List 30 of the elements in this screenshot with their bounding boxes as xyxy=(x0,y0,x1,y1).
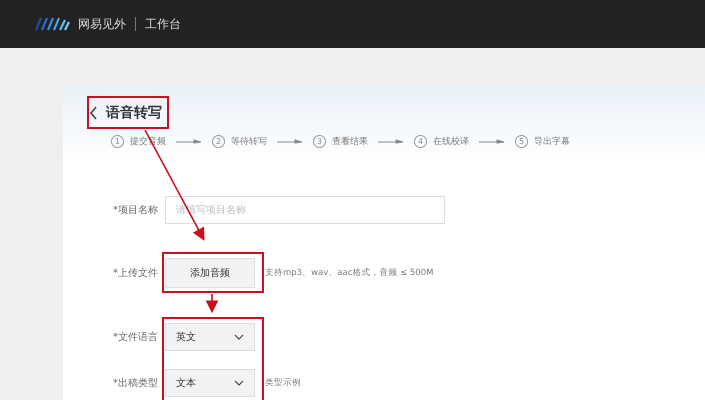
hint-text: 类型示例 xyxy=(265,377,301,389)
chevron-icon xyxy=(234,380,244,386)
arrow-icon xyxy=(176,138,202,144)
arrow-icon xyxy=(277,138,303,144)
field-label: *文件语言 xyxy=(112,330,159,344)
step-label: 查看结果 xyxy=(332,136,368,148)
workspace-link[interactable]: 工作台 xyxy=(145,16,181,32)
step-number: 3 xyxy=(313,134,326,148)
step-label: 在线校译 xyxy=(433,136,469,148)
brand-name: 网易见外 xyxy=(78,16,126,32)
step-number: 2 xyxy=(212,134,225,148)
hint-text: 支持mp3、wav、aac格式，音频 ≤ 500M xyxy=(265,267,434,279)
page-title: 语音转写 xyxy=(106,104,162,122)
step-number: 4 xyxy=(414,134,427,148)
logo-icon xyxy=(32,16,72,32)
arrow-icon xyxy=(479,138,505,144)
dropdown[interactable]: 英文 xyxy=(165,323,255,351)
step-label: 等待转写 xyxy=(231,136,267,148)
field-label: *上传文件 xyxy=(112,266,159,280)
field-label: *项目名称 xyxy=(112,204,159,217)
annotation-arrow xyxy=(206,294,218,314)
dropdown[interactable]: 文本 xyxy=(165,369,255,397)
back-icon[interactable] xyxy=(89,106,98,120)
field-label: *出稿类型 xyxy=(112,376,159,390)
chevron-icon xyxy=(234,334,244,340)
step-label: 导出字幕 xyxy=(534,136,570,148)
add-audio-button[interactable]: 添加音频 xyxy=(165,258,255,288)
arrow-icon xyxy=(378,138,404,144)
step-number: 1 xyxy=(111,134,124,148)
step-number: 5 xyxy=(515,134,528,148)
